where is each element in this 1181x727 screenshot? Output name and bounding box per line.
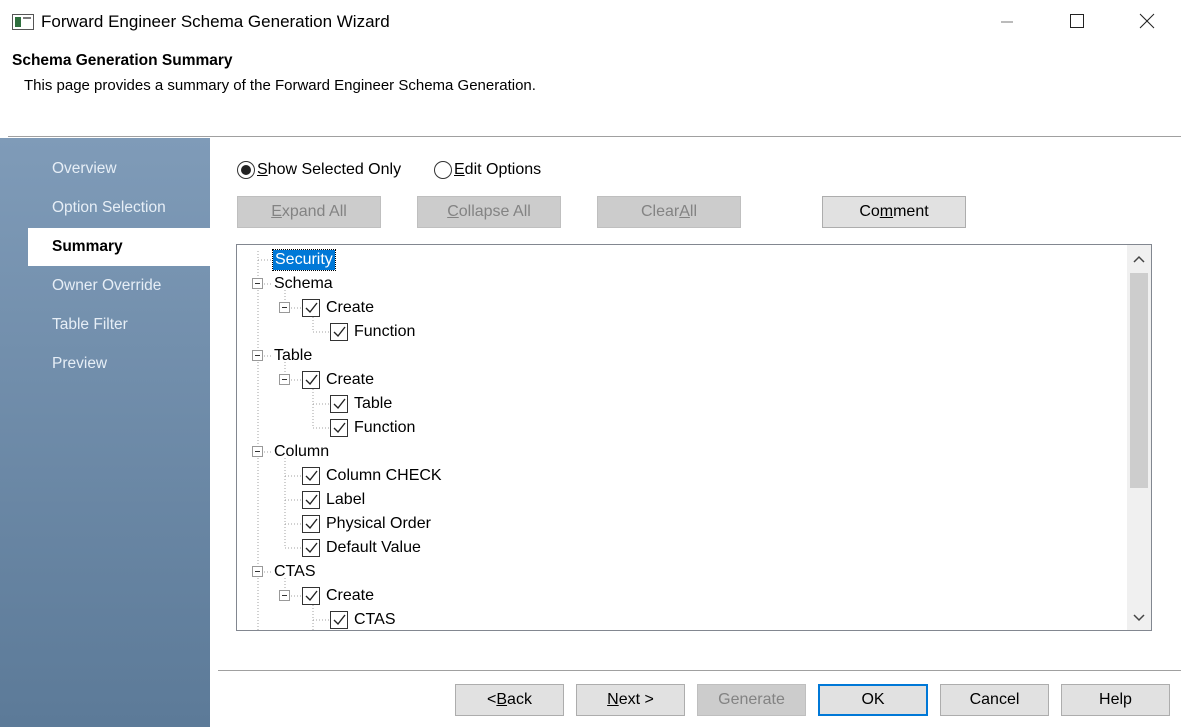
collapse-toggle-icon[interactable] xyxy=(252,278,263,289)
wizard-sidebar: Overview Option Selection Summary Owner … xyxy=(0,138,210,727)
ok-button[interactable]: OK xyxy=(818,684,928,716)
tree-node-column-check[interactable]: Column CHECK xyxy=(326,466,442,486)
tree-node-ctas[interactable]: CTAS xyxy=(274,562,315,582)
expand-all-button[interactable]: Expand All xyxy=(237,196,381,228)
checkbox[interactable] xyxy=(302,299,320,317)
back-button[interactable]: < Back xyxy=(455,684,564,716)
tree-node-column-physical-order[interactable]: Physical Order xyxy=(326,514,431,534)
radio-dot xyxy=(241,165,251,175)
edit-options-radio[interactable]: Edit Options xyxy=(434,158,541,182)
radio-indicator xyxy=(434,161,452,179)
tree-node-ctas-create-ctas[interactable]: CTAS xyxy=(354,610,395,630)
show-selected-only-label: Show Selected Only xyxy=(257,161,402,178)
radio-indicator xyxy=(237,161,255,179)
header-divider xyxy=(8,136,1181,137)
tree-vertical-scrollbar[interactable] xyxy=(1127,245,1151,630)
tree-node-schema-create[interactable]: Create xyxy=(326,298,374,318)
tree-node-table-create-table[interactable]: Table xyxy=(354,394,392,414)
tree-node-schema-create-function[interactable]: Function xyxy=(354,322,415,342)
close-icon xyxy=(1139,13,1155,33)
sidebar-item-table-filter[interactable]: Table Filter xyxy=(28,306,210,344)
maximize-icon xyxy=(1069,13,1085,33)
scroll-up-icon[interactable] xyxy=(1127,247,1151,271)
scroll-down-icon[interactable] xyxy=(1127,606,1151,630)
sidebar-item-preview[interactable]: Preview xyxy=(28,345,210,383)
collapse-toggle-icon[interactable] xyxy=(279,374,290,385)
scrollbar-thumb[interactable] xyxy=(1130,273,1148,488)
checkbox[interactable] xyxy=(330,395,348,413)
tree-node-ctas-create[interactable]: Create xyxy=(326,586,374,606)
next-button[interactable]: Next > xyxy=(576,684,685,716)
sidebar-item-owner-override[interactable]: Owner Override xyxy=(28,267,210,305)
collapse-all-button[interactable]: Collapse All xyxy=(417,196,561,228)
tree-node-table-create[interactable]: Create xyxy=(326,370,374,390)
checkbox[interactable] xyxy=(330,611,348,629)
minimize-button[interactable] xyxy=(972,0,1042,46)
window-title: Forward Engineer Schema Generation Wizar… xyxy=(41,12,390,31)
collapse-toggle-icon[interactable] xyxy=(252,350,263,361)
page-description: This page provides a summary of the Forw… xyxy=(24,77,536,94)
schema-option-tree[interactable]: Security Schema Create Function Table Cr… xyxy=(236,244,1152,631)
checkbox[interactable] xyxy=(302,539,320,557)
checkbox[interactable] xyxy=(302,491,320,509)
tree-node-column[interactable]: Column xyxy=(274,442,329,462)
generate-button[interactable]: Generate xyxy=(697,684,806,716)
checkbox[interactable] xyxy=(302,371,320,389)
checkbox[interactable] xyxy=(302,515,320,533)
collapse-toggle-icon[interactable] xyxy=(279,302,290,313)
help-button[interactable]: Help xyxy=(1061,684,1170,716)
collapse-toggle-icon[interactable] xyxy=(252,566,263,577)
app-icon xyxy=(12,14,34,30)
tree-node-column-label[interactable]: Label xyxy=(326,490,365,510)
show-selected-only-radio[interactable]: Show Selected Only xyxy=(237,158,401,182)
collapse-toggle-icon[interactable] xyxy=(252,446,263,457)
tree-node-security[interactable]: Security xyxy=(272,249,336,271)
tree-node-column-default-value[interactable]: Default Value xyxy=(326,538,421,558)
maximize-button[interactable] xyxy=(1042,0,1112,46)
page-title: Schema Generation Summary xyxy=(12,52,233,69)
sidebar-item-summary[interactable]: Summary xyxy=(28,228,210,266)
tree-node-table[interactable]: Table xyxy=(274,346,312,366)
tree-node-table-create-function[interactable]: Function xyxy=(354,418,415,438)
checkbox[interactable] xyxy=(330,419,348,437)
checkbox[interactable] xyxy=(302,467,320,485)
tree-node-schema[interactable]: Schema xyxy=(274,274,333,294)
comment-button[interactable]: Co m ment xyxy=(822,196,966,228)
collapse-toggle-icon[interactable] xyxy=(279,590,290,601)
close-button[interactable] xyxy=(1112,0,1181,46)
sidebar-item-overview[interactable]: Overview xyxy=(28,150,210,188)
edit-options-label: Edit Options xyxy=(454,161,542,178)
checkbox[interactable] xyxy=(330,323,348,341)
checkbox[interactable] xyxy=(302,587,320,605)
minimize-icon xyxy=(1000,14,1014,32)
clear-all-button[interactable]: Clear All xyxy=(597,196,741,228)
cancel-button[interactable]: Cancel xyxy=(940,684,1049,716)
sidebar-item-option-selection[interactable]: Option Selection xyxy=(28,189,210,227)
footer-divider xyxy=(218,670,1181,671)
